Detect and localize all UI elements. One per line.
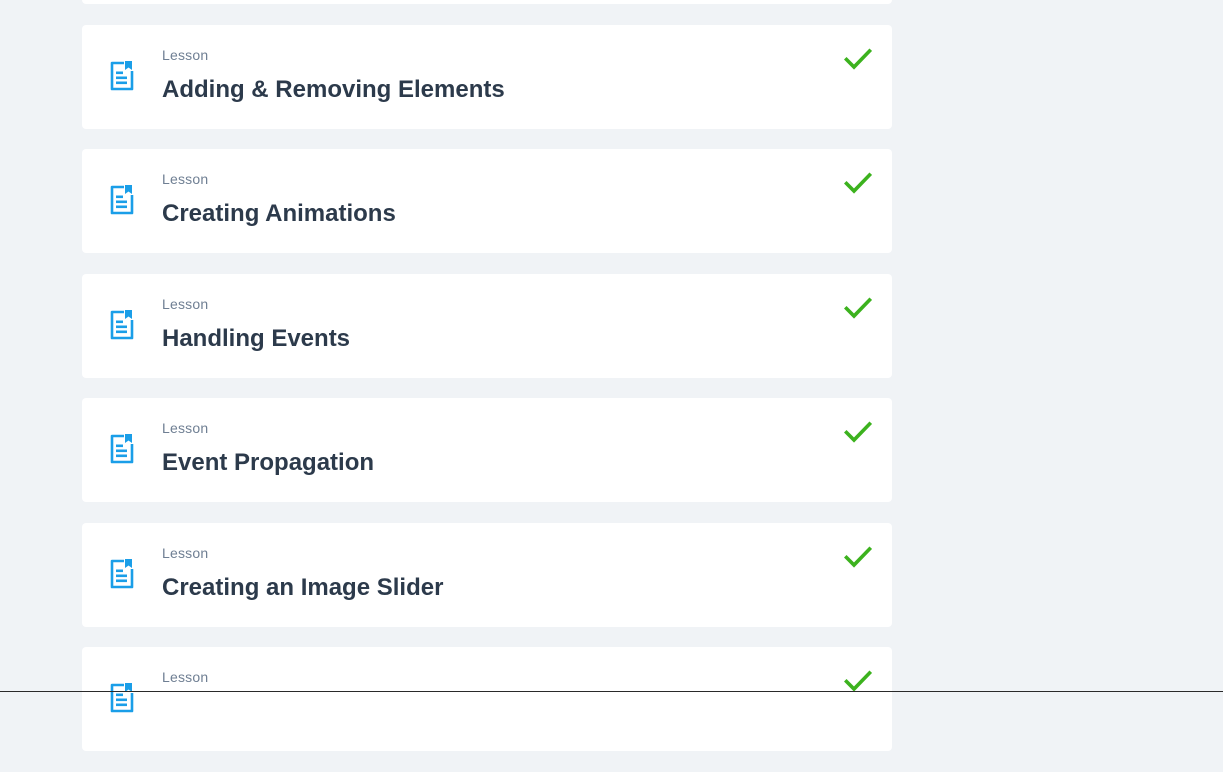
check-icon [844,421,872,443]
check-icon [844,545,872,568]
check-icon [844,296,872,319]
lesson-title[interactable]: Handling Events [162,324,350,354]
document-icon [109,309,135,341]
lesson-card[interactable]: Lesson [82,647,892,751]
lesson-card[interactable]: Lesson Creating Animations [82,149,892,253]
lesson-card[interactable]: Lesson Handling Events [82,273,892,378]
document-icon [109,184,135,216]
lesson-title[interactable]: Creating an Image Slider [162,573,443,603]
lesson-type-label: Lesson [162,420,209,436]
document-icon [109,558,135,590]
lesson-type-label: Lesson [162,171,209,187]
check-icon [844,47,872,70]
lesson-card[interactable]: Lesson Event Propagation [82,398,892,502]
document-icon [109,433,135,465]
lesson-title[interactable]: Event Propagation [162,448,374,478]
lesson-list: Lesson Adding & Removing Elements Lesson… [82,0,892,772]
lesson-card[interactable]: Lesson Creating an Image Slider [82,522,892,627]
lesson-type-label: Lesson [162,669,209,685]
check-icon [844,670,872,692]
document-icon [109,60,135,92]
lesson-type-label: Lesson [162,46,209,63]
lesson-type-label: Lesson [162,544,209,561]
lesson-title[interactable]: Creating Animations [162,199,396,229]
lesson-card[interactable]: Lesson Adding & Removing Elements [82,24,892,129]
lesson-type-label: Lesson [162,295,209,312]
document-icon [109,682,135,714]
check-icon [844,172,872,194]
lesson-card[interactable] [82,0,892,4]
lesson-title[interactable]: Adding & Removing Elements [162,75,505,105]
